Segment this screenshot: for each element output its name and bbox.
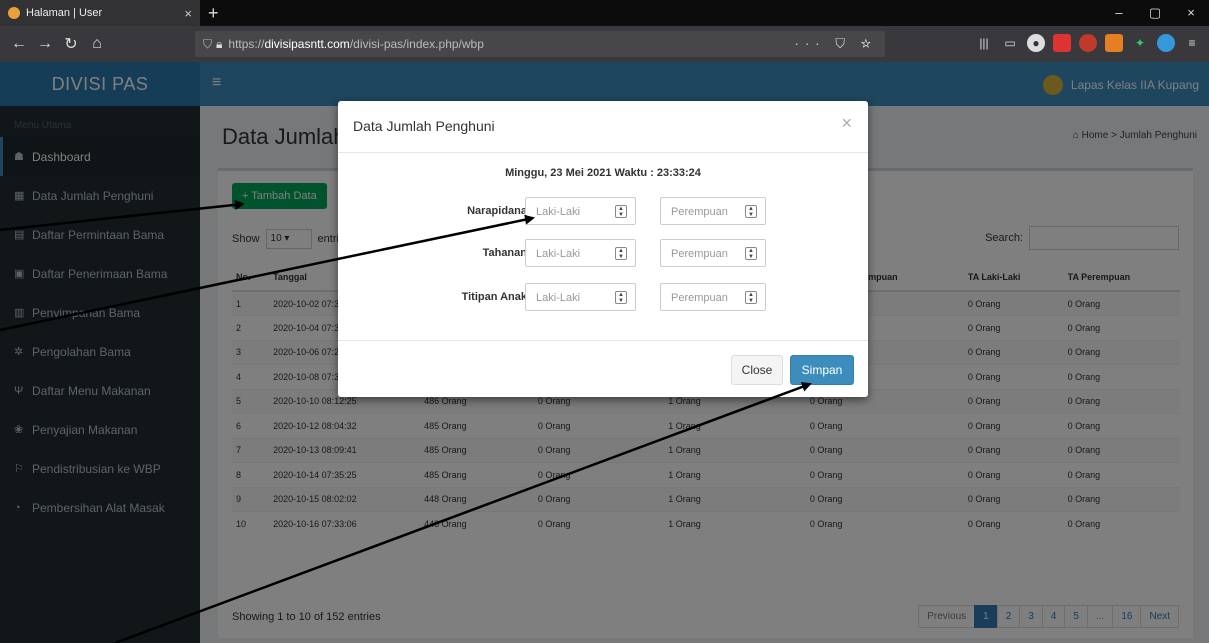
form-row-label: Narapidana (467, 205, 527, 217)
modal-footer: Close Simpan (338, 341, 868, 397)
input-placeholder: Laki-Laki (536, 206, 581, 218)
input-placeholder: Laki-Laki (536, 248, 581, 260)
window-close-icon[interactable]: × (1173, 0, 1209, 26)
menu-icon[interactable]: ≡ (1183, 34, 1201, 52)
save-button[interactable]: Simpan (790, 355, 854, 385)
female-count-input[interactable]: Perempuan ▲ ▼ (660, 197, 766, 225)
extension-abp-icon[interactable] (1079, 34, 1097, 52)
male-count-input[interactable]: Laki-Laki ▲ ▼ (525, 283, 636, 311)
modal-body: Minggu, 23 Mei 2021 Waktu : 23:33:24 Nar… (338, 153, 868, 341)
male-count-input[interactable]: Laki-Laki ▲ ▼ (525, 197, 636, 225)
male-count-input[interactable]: Laki-Laki ▲ ▼ (525, 239, 636, 267)
browser-tabbar: Halaman | User × + – ▢ × (0, 0, 1209, 26)
input-placeholder: Perempuan (671, 248, 728, 260)
url-host: divisipasntt.com (264, 37, 350, 51)
extension-green-icon[interactable]: ✦ (1131, 34, 1149, 52)
form-row-label: Tahanan (482, 247, 527, 259)
extension-icons: ||| ▭ ● ✦ ≡ (975, 34, 1201, 52)
modal-title: Data Jumlah Penghuni (353, 118, 495, 134)
spinner-icon[interactable]: ▲ ▼ (615, 291, 627, 304)
spinner-icon[interactable]: ▲ ▼ (615, 247, 627, 260)
current-datetime: Minggu, 23 Mei 2021 Waktu : 23:33:24 (505, 167, 701, 179)
female-count-input[interactable]: Perempuan ▲ ▼ (660, 239, 766, 267)
modal-header: Data Jumlah Penghuni × (338, 101, 868, 153)
tab-title: Halaman | User (26, 7, 103, 19)
form-row: Tahanan Laki-Laki ▲ ▼ Perempuan ▲ ▼ (338, 239, 868, 267)
spinner-icon[interactable]: ▲ ▼ (745, 205, 757, 218)
female-count-input[interactable]: Perempuan ▲ ▼ (660, 283, 766, 311)
spinner-icon[interactable]: ▲ ▼ (745, 291, 757, 304)
form-row: Titipan Anak Laki-Laki ▲ ▼ Perempuan ▲ ▼ (338, 283, 868, 311)
extension-orange-icon[interactable] (1105, 34, 1123, 52)
input-placeholder: Perempuan (671, 206, 728, 218)
url-path: /divisi-pas/index.php/wbp (349, 37, 484, 51)
input-placeholder: Laki-Laki (536, 292, 581, 304)
input-placeholder: Perempuan (671, 292, 728, 304)
url-tools-icons[interactable]: ··· ⛉ ☆ (795, 36, 877, 52)
library-icon[interactable]: ||| (975, 34, 993, 52)
shield-icon: ⛉ (203, 36, 213, 51)
sidebar-icon[interactable]: ▭ (1001, 34, 1019, 52)
new-tab-button[interactable]: + (208, 3, 219, 24)
spinner-icon[interactable]: ▲ ▼ (615, 205, 627, 218)
data-modal: Data Jumlah Penghuni × Minggu, 23 Mei 20… (338, 101, 868, 397)
home-icon[interactable]: ⌂ (84, 35, 110, 53)
extension-dark-icon[interactable]: ● (1027, 34, 1045, 52)
minimize-icon[interactable]: – (1101, 0, 1137, 26)
url-bar[interactable]: ⛉ 🔒︎ https://divisipasntt.com/divisi-pas… (195, 31, 885, 57)
browser-tab[interactable]: Halaman | User × (0, 0, 200, 26)
close-button[interactable]: Close (731, 355, 783, 385)
back-icon[interactable]: ← (6, 35, 32, 53)
window-controls: – ▢ × (1101, 0, 1209, 26)
forward-icon[interactable]: → (32, 35, 58, 53)
browser-navbar: ← → ↻ ⌂ ⛉ 🔒︎ https://divisipasntt.com/di… (0, 26, 1209, 62)
tab-close-icon[interactable]: × (184, 6, 192, 21)
extension-red-icon[interactable] (1053, 34, 1071, 52)
favicon-icon (8, 7, 20, 19)
reload-icon[interactable]: ↻ (58, 34, 84, 54)
form-row: Narapidana Laki-Laki ▲ ▼ Perempuan ▲ ▼ (338, 197, 868, 225)
form-row-label: Titipan Anak (461, 291, 527, 303)
extension-blue-icon[interactable] (1157, 34, 1175, 52)
url-prefix: https:// (228, 37, 265, 51)
maximize-icon[interactable]: ▢ (1137, 0, 1173, 26)
spinner-icon[interactable]: ▲ ▼ (745, 247, 757, 260)
lock-icon: 🔒︎ (216, 36, 223, 51)
modal-close-icon[interactable]: × (841, 113, 852, 134)
